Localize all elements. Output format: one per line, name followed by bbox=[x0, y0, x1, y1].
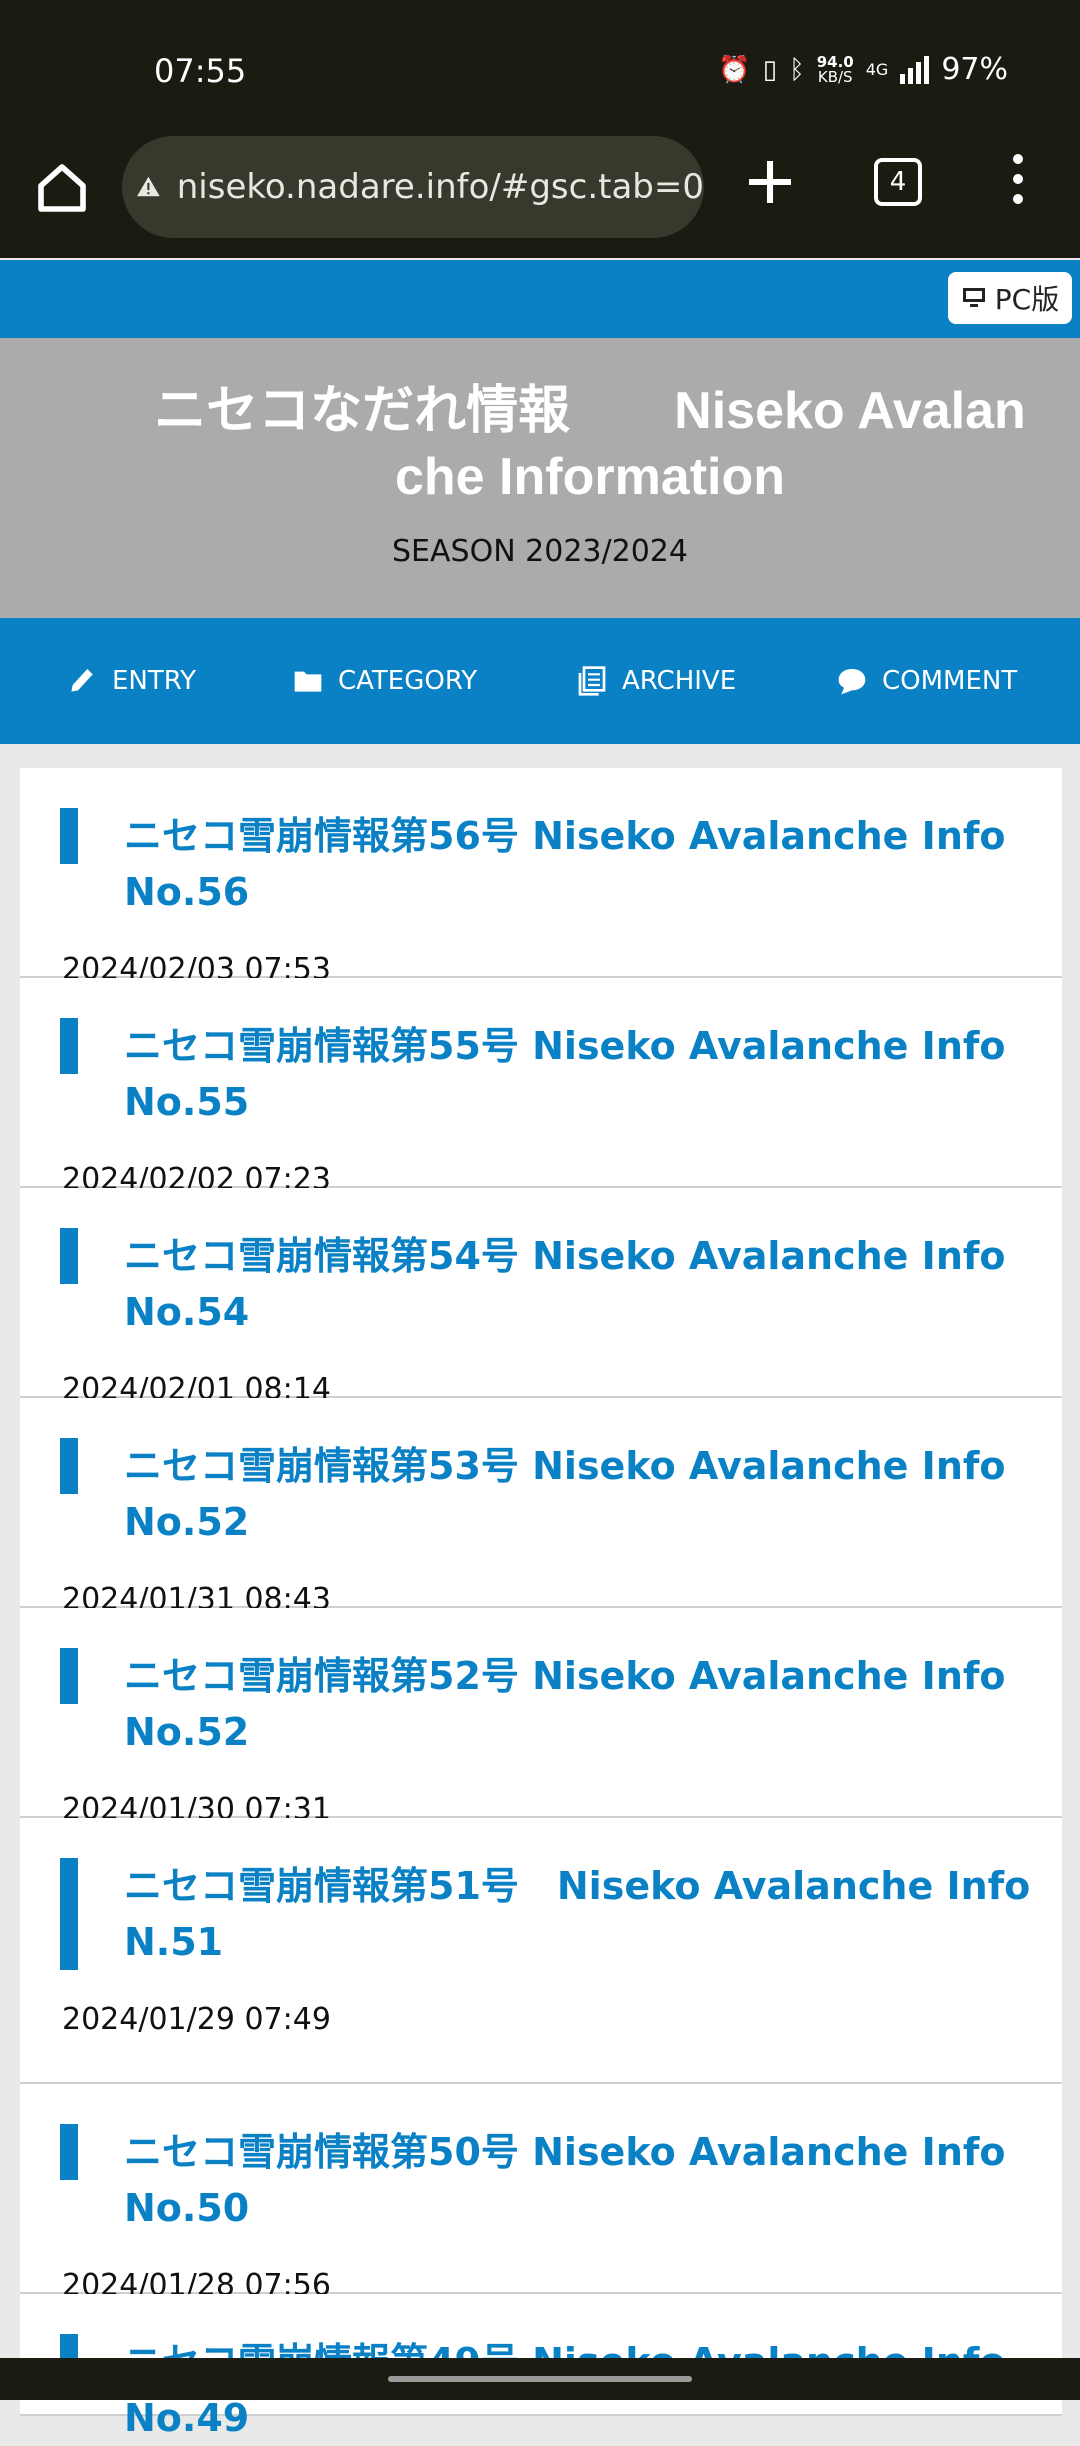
nav-comment[interactable]: COMMENT bbox=[836, 618, 1017, 744]
entry-title-link[interactable]: ニセコ雪崩情報第51号 Niseko Avalanche Info N.51 bbox=[20, 1818, 1062, 1970]
site-header: ニセコなだれ情報 Niseko Avalanche Information SE… bbox=[0, 338, 1080, 618]
entry-date: 2024/01/29 07:49 bbox=[62, 2002, 331, 2037]
site-title[interactable]: ニセコなだれ情報 Niseko Avalanche Information bbox=[150, 378, 1030, 510]
comment-icon bbox=[838, 669, 866, 695]
address-bar[interactable]: niseko.nadare.info/#gsc.tab=0 bbox=[122, 136, 704, 238]
main-nav: ENTRY CATEGORY ARCHIVE COMMENT bbox=[0, 618, 1080, 744]
site-topbar: PC版 bbox=[0, 260, 1080, 338]
vibrate-icon: ▯ bbox=[762, 54, 778, 85]
entry-title-link[interactable]: ニセコ雪崩情報第53号 Niseko Avalanche Info No.52 bbox=[20, 1398, 1062, 1550]
nav-entry-label: ENTRY bbox=[112, 666, 197, 696]
gesture-handle[interactable] bbox=[388, 2376, 692, 2382]
status-time: 07:55 bbox=[154, 52, 247, 90]
entry-title-link[interactable]: ニセコ雪崩情報第52号 Niseko Avalanche Info No.52 bbox=[20, 1608, 1062, 1760]
entry-date: 2024/02/03 07:53 bbox=[62, 952, 331, 987]
new-tab-icon[interactable] bbox=[742, 154, 798, 210]
entry-date: 2024/01/31 08:43 bbox=[62, 1582, 331, 1617]
list-item: ニセコ雪崩情報第50号 Niseko Avalanche Info No.50 … bbox=[20, 2084, 1062, 2303]
url-text[interactable]: niseko.nadare.info/#gsc.tab=0 bbox=[177, 167, 704, 207]
entry-accent-bar bbox=[60, 1228, 78, 1284]
entry-title-link[interactable]: ニセコ雪崩情報第55号 Niseko Avalanche Info No.55 bbox=[20, 978, 1062, 1130]
season-subtitle: SEASON 2023/2024 bbox=[392, 534, 688, 569]
folder-icon bbox=[294, 671, 322, 692]
archive-icon bbox=[578, 666, 606, 696]
pencil-icon bbox=[71, 669, 93, 692]
list-item: ニセコ雪崩情報第54号 Niseko Avalanche Info No.54 … bbox=[20, 1188, 1062, 1407]
signal-icon bbox=[900, 55, 930, 84]
entry-date: 2024/01/28 07:56 bbox=[62, 2268, 331, 2303]
entry-title-link[interactable]: ニセコ雪崩情報第50号 Niseko Avalanche Info No.50 bbox=[20, 2084, 1062, 2236]
tab-switcher-button[interactable]: 4 bbox=[874, 158, 922, 206]
entry-date: 2024/02/01 08:14 bbox=[62, 1372, 331, 1407]
list-item: ニセコ雪崩情報第52号 Niseko Avalanche Info No.52 … bbox=[20, 1608, 1062, 1827]
entry-accent-bar bbox=[60, 1648, 78, 1704]
network-type: 4G bbox=[865, 60, 889, 79]
status-icons: ⏰ ▯ ᛒ 94.0 KB/S 4G 97% bbox=[718, 52, 1008, 87]
browser-toolbar: niseko.nadare.info/#gsc.tab=0 4 bbox=[0, 130, 1080, 258]
entry-date: 2024/02/02 07:23 bbox=[62, 1162, 331, 1197]
entry-title-link[interactable]: ニセコ雪崩情報第56号 Niseko Avalanche Info No.56 bbox=[20, 768, 1062, 920]
nav-archive[interactable]: ARCHIVE bbox=[576, 618, 736, 744]
pc-version-label: PC版 bbox=[994, 283, 1060, 316]
nav-comment-label: COMMENT bbox=[882, 666, 1018, 696]
nav-category-label: CATEGORY bbox=[338, 666, 478, 696]
bluetooth-icon: ᛒ bbox=[789, 54, 805, 85]
battery-level: 97% bbox=[941, 52, 1008, 87]
gesture-bar bbox=[0, 2358, 1080, 2400]
net-speed-unit: KB/S bbox=[817, 67, 853, 86]
entry-date: 2024/01/30 07:31 bbox=[62, 1792, 331, 1827]
nav-entry[interactable]: ENTRY bbox=[66, 618, 196, 744]
alarm-icon: ⏰ bbox=[718, 54, 751, 85]
list-item: ニセコ雪崩情報第56号 Niseko Avalanche Info No.56 … bbox=[20, 768, 1062, 987]
list-item: ニセコ雪崩情報第51号 Niseko Avalanche Info N.51 2… bbox=[20, 1818, 1062, 2084]
list-item: ニセコ雪崩情報第53号 Niseko Avalanche Info No.52 … bbox=[20, 1398, 1062, 1617]
entry-list: ニセコ雪崩情報第56号 Niseko Avalanche Info No.56 … bbox=[20, 768, 1062, 2440]
entry-accent-bar bbox=[60, 808, 78, 864]
entry-accent-bar bbox=[60, 1018, 78, 1074]
home-icon[interactable] bbox=[34, 160, 90, 216]
warning-icon[interactable] bbox=[136, 163, 161, 211]
entry-accent-bar bbox=[60, 1438, 78, 1494]
net-speed: 94.0 KB/S bbox=[817, 54, 854, 86]
list-item: ニセコ雪崩情報第55号 Niseko Avalanche Info No.55 … bbox=[20, 978, 1062, 1197]
nav-archive-label: ARCHIVE bbox=[622, 666, 737, 696]
nav-category[interactable]: CATEGORY bbox=[292, 618, 477, 744]
entry-accent-bar bbox=[60, 1858, 78, 1970]
pc-version-button[interactable]: PC版 bbox=[948, 272, 1072, 324]
entry-accent-bar bbox=[60, 2124, 78, 2180]
more-menu-icon[interactable] bbox=[1010, 154, 1026, 214]
status-bar: 07:55 ⏰ ▯ ᛒ 94.0 KB/S 4G 97% bbox=[0, 0, 1080, 130]
entry-title-link[interactable]: ニセコ雪崩情報第54号 Niseko Avalanche Info No.54 bbox=[20, 1188, 1062, 1340]
monitor-icon bbox=[962, 288, 985, 307]
